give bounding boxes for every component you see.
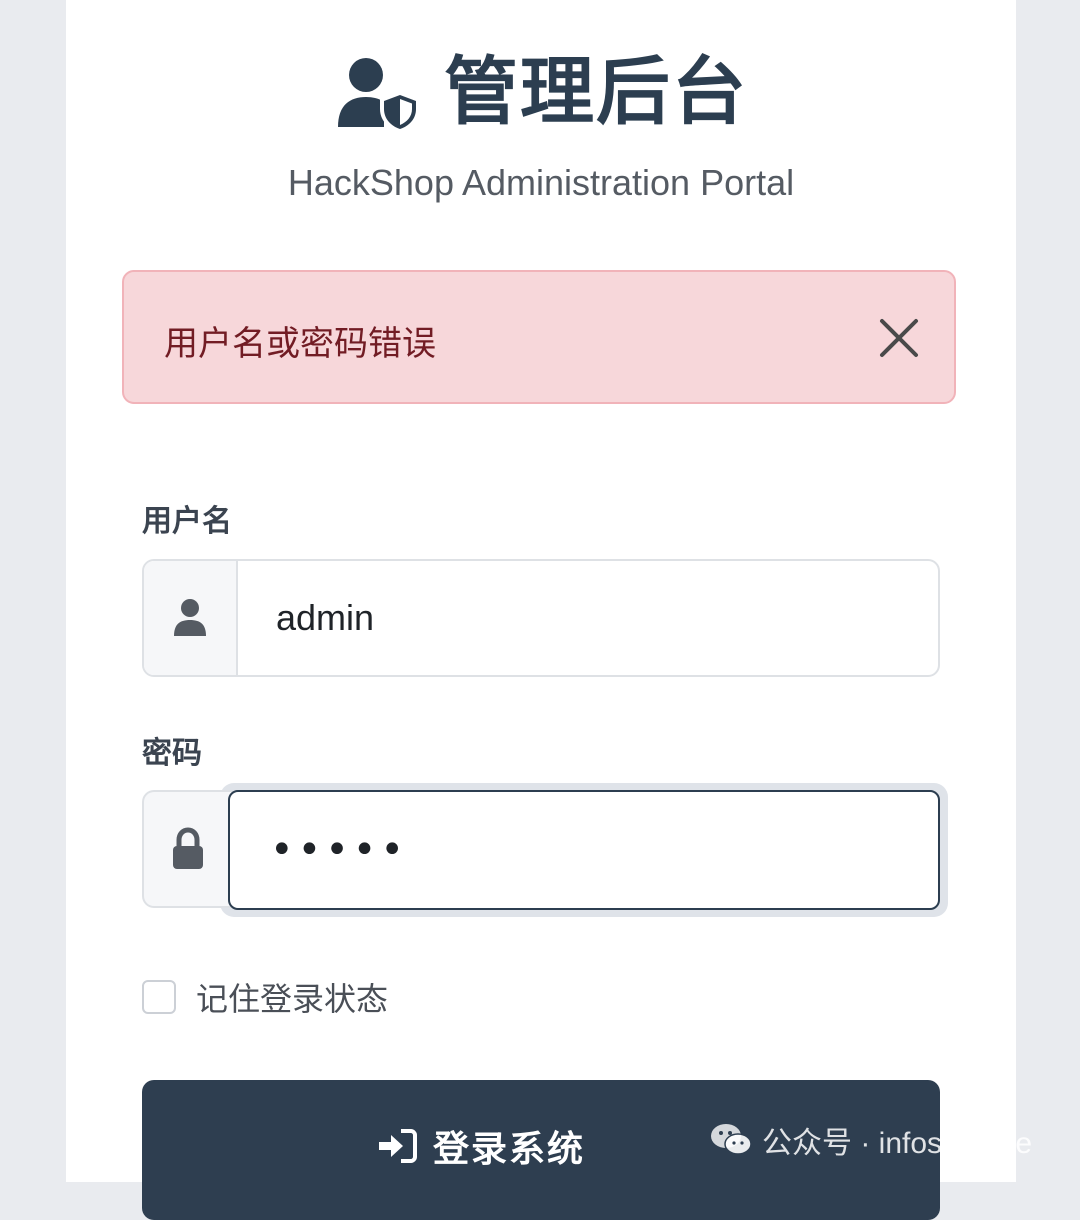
password-input[interactable]: •••••: [228, 790, 940, 910]
remember-label: 记住登录状态: [196, 980, 389, 1018]
login-button-label: 登录系统: [432, 1129, 585, 1170]
remember-checkbox[interactable]: [142, 980, 176, 1014]
lock-icon: [173, 827, 203, 869]
close-icon[interactable]: [876, 315, 922, 361]
watermark-text: 公众号 · infosecnote: [762, 1127, 1033, 1160]
username-input-group[interactable]: admin: [142, 559, 940, 677]
watermark: 公众号 · infosecnote: [710, 1118, 1032, 1162]
sign-in-icon: [378, 1129, 417, 1163]
error-message: 用户名或密码错误: [164, 324, 436, 364]
brand-header: 管理后台: [66, 42, 1016, 142]
page-title: 管理后台: [444, 49, 748, 135]
username-input[interactable]: admin: [276, 561, 374, 675]
username-label: 用户名: [142, 504, 232, 539]
user-icon: [174, 599, 206, 636]
page-subtitle: HackShop Administration Portal: [287, 162, 795, 203]
user-shield-icon: [338, 58, 420, 133]
login-button-content: 登录系统: [377, 1120, 585, 1172]
wechat-icon: [711, 1124, 752, 1155]
username-addon: [144, 561, 238, 675]
password-label: 密码: [142, 736, 202, 771]
remember-me[interactable]: 记住登录状态: [142, 974, 388, 1020]
login-card: 管理后台 HackShop Administration Portal 用户名或…: [66, 0, 1016, 1220]
password-addon: [142, 790, 232, 908]
error-alert: 用户名或密码错误: [122, 270, 956, 404]
